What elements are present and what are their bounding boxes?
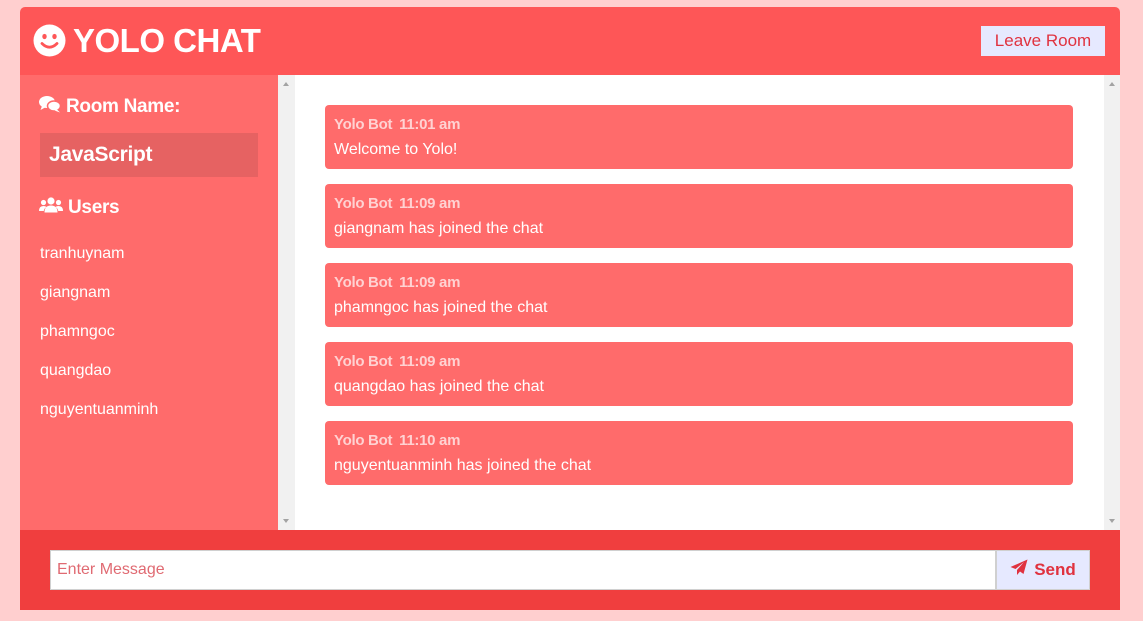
message-author: Yolo Bot: [334, 353, 393, 370]
user-item: tranhuynam: [40, 245, 125, 262]
room-name-heading-label: Room Name:: [66, 96, 181, 117]
message-time: 11:09 am: [399, 353, 461, 370]
message-meta: Yolo Bot 11:01 am: [334, 116, 460, 133]
message: Yolo Bot 11:09 am giangnam has joined the…: [325, 184, 1073, 248]
message: Yolo Bot 11:09 am phamngoc has joined the…: [325, 263, 1073, 327]
room-name: JavaScript: [40, 133, 258, 177]
message: Yolo Bot 11:01 am Welcome to Yolo!: [325, 105, 1073, 169]
message-time: 11:09 am: [399, 274, 461, 291]
message-text: nguyentuanminh has joined the chat: [334, 457, 592, 474]
user-item: nguyentuanminh: [40, 401, 159, 418]
message-time: 11:10 am: [399, 432, 461, 449]
message-text: Welcome to Yolo!: [334, 141, 458, 158]
message: Yolo Bot 11:10 am nguyentuanminh has join…: [325, 421, 1073, 485]
message-meta: Yolo Bot 11:09 am: [334, 195, 460, 212]
chat-app: YOLO CHAT Leave Room Room Name: JavaScri…: [20, 7, 1120, 610]
user-list: tranhuynam giangnam phamngoc quangdao ng…: [40, 245, 158, 440]
users-heading-label: Users: [68, 197, 120, 218]
message-author: Yolo Bot: [334, 274, 393, 291]
message-text: giangnam has joined the chat: [334, 220, 544, 237]
chat-messages[interactable]: Yolo Bot 11:01 am Welcome to Yolo! Yolo B…: [278, 75, 1120, 530]
smile-icon: [33, 24, 66, 57]
scroll-down-arrow-icon[interactable]: [283, 519, 289, 523]
messages-scrollbar[interactable]: [1104, 75, 1120, 530]
message-author: Yolo Bot: [334, 432, 393, 449]
message-composer: Send: [20, 530, 1120, 610]
sidebar-scrollbar[interactable]: [278, 75, 295, 530]
scroll-down-arrow-icon[interactable]: [1109, 519, 1115, 523]
message-time: 11:01 am: [399, 116, 461, 133]
comments-icon: [39, 95, 62, 119]
message-text: quangdao has joined the chat: [334, 378, 544, 395]
scroll-up-arrow-icon[interactable]: [1109, 82, 1115, 86]
users-icon: [39, 197, 63, 219]
user-item: giangnam: [40, 284, 111, 301]
app-header: YOLO CHAT Leave Room: [20, 7, 1120, 75]
paper-plane-icon: [1010, 559, 1028, 581]
message-meta: Yolo Bot 11:09 am: [334, 274, 460, 291]
users-heading: Users: [39, 197, 120, 219]
message-time: 11:09 am: [399, 195, 461, 212]
room-name-heading: Room Name:: [39, 95, 180, 119]
sidebar: Room Name: JavaScript Users tranhuynam g…: [20, 75, 278, 530]
user-item: phamngoc: [40, 323, 115, 340]
message-text: phamngoc has joined the chat: [334, 299, 548, 316]
message: Yolo Bot 11:09 am quangdao has joined the…: [325, 342, 1073, 406]
send-button-label: Send: [1034, 560, 1076, 579]
leave-room-button[interactable]: Leave Room: [981, 26, 1105, 56]
scroll-up-arrow-icon[interactable]: [283, 82, 289, 86]
user-item: quangdao: [40, 362, 112, 379]
message-meta: Yolo Bot 11:09 am: [334, 353, 460, 370]
app-title: YOLO CHAT: [73, 22, 261, 59]
send-button[interactable]: Send: [996, 550, 1090, 590]
message-author: Yolo Bot: [334, 116, 393, 133]
message-meta: Yolo Bot 11:10 am: [334, 432, 460, 449]
message-author: Yolo Bot: [334, 195, 393, 212]
message-input[interactable]: [50, 550, 996, 590]
